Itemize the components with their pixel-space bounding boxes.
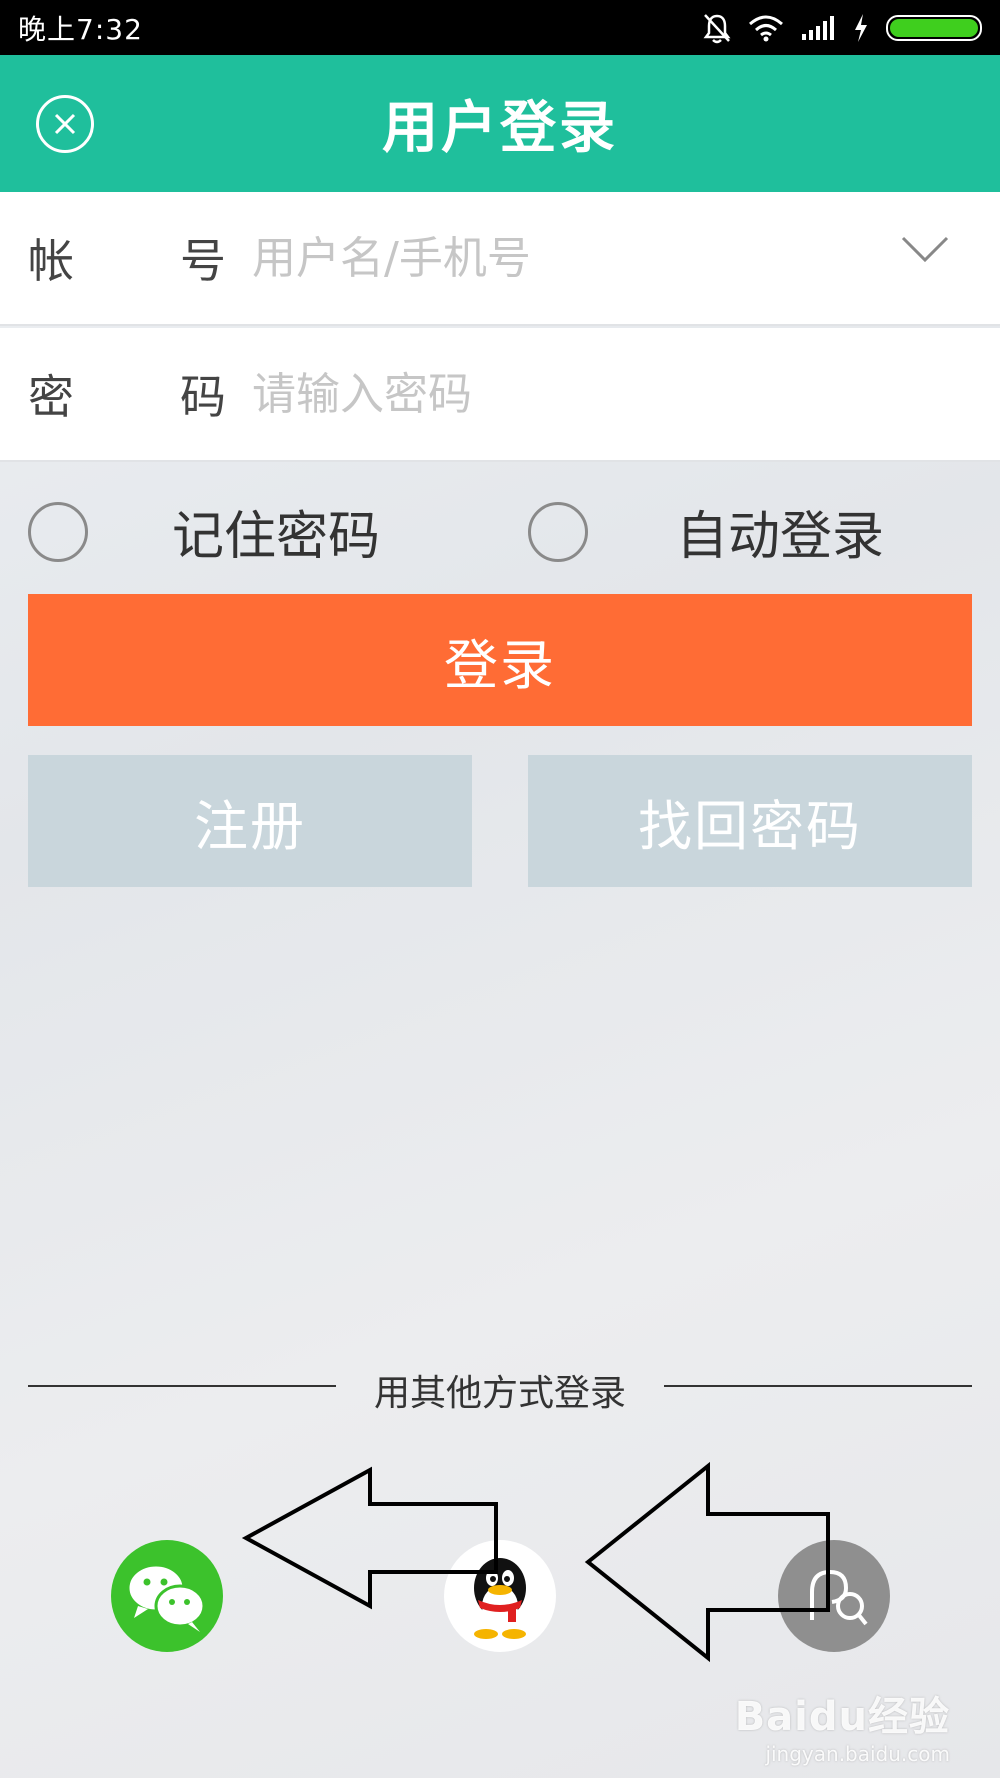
wechat-login-button[interactable]	[111, 1540, 223, 1652]
wifi-icon	[749, 15, 783, 41]
auto-login-option[interactable]: 自动登录	[528, 494, 884, 569]
divider-right	[664, 1385, 972, 1387]
password-label: 密 码	[28, 361, 226, 427]
close-button[interactable]	[36, 95, 94, 153]
find-password-button[interactable]: 找回密码	[528, 755, 972, 887]
wechat-icon	[126, 1563, 206, 1632]
auto-login-checkbox[interactable]	[528, 501, 588, 562]
charging-icon	[855, 13, 867, 42]
account-label-char-2: 号	[180, 234, 226, 288]
register-button[interactable]: 注册	[28, 755, 472, 887]
account-row: 帐 号	[0, 192, 1000, 326]
watermark-logo: Baidu经验	[734, 1694, 950, 1740]
other-login-label: 用其他方式登录	[373, 1373, 626, 1414]
weibo-icon	[810, 1569, 868, 1626]
status-bar: 晚上7:32	[0, 0, 1000, 55]
battery-icon	[886, 14, 982, 41]
status-icons	[702, 12, 982, 44]
close-icon	[54, 113, 76, 135]
account-input[interactable]	[252, 232, 852, 284]
qq-login-button[interactable]	[444, 1540, 556, 1652]
account-label: 帐 号	[28, 225, 226, 291]
chevron-down-icon[interactable]	[900, 234, 950, 264]
weibo-login-button[interactable]	[778, 1540, 890, 1652]
signal-icon	[802, 15, 834, 40]
remember-password-option[interactable]: 记住密码	[28, 494, 380, 569]
divider-left	[28, 1385, 336, 1387]
password-input[interactable]	[252, 368, 852, 420]
battery-level	[890, 18, 978, 37]
remember-password-label: 记住密码	[172, 507, 381, 567]
password-label-char-2: 码	[180, 370, 226, 424]
login-button[interactable]: 登录	[28, 594, 972, 726]
app-header: 用户登录	[0, 55, 1000, 192]
password-row: 密 码	[0, 328, 1000, 462]
auto-login-label: 自动登录	[676, 507, 885, 567]
remember-password-checkbox[interactable]	[28, 501, 88, 562]
watermark: Baidu经验 jingyan.baidu.com	[735, 1684, 950, 1766]
qq-icon	[474, 1558, 526, 1639]
bell-muted-icon	[703, 13, 731, 43]
status-time: 晚上7:32	[18, 12, 143, 46]
watermark-url: jingyan.baidu.com	[765, 1742, 950, 1766]
account-label-char-1: 帐	[28, 234, 74, 288]
page-title: 用户登录	[382, 96, 618, 161]
password-label-char-1: 密	[28, 370, 74, 424]
